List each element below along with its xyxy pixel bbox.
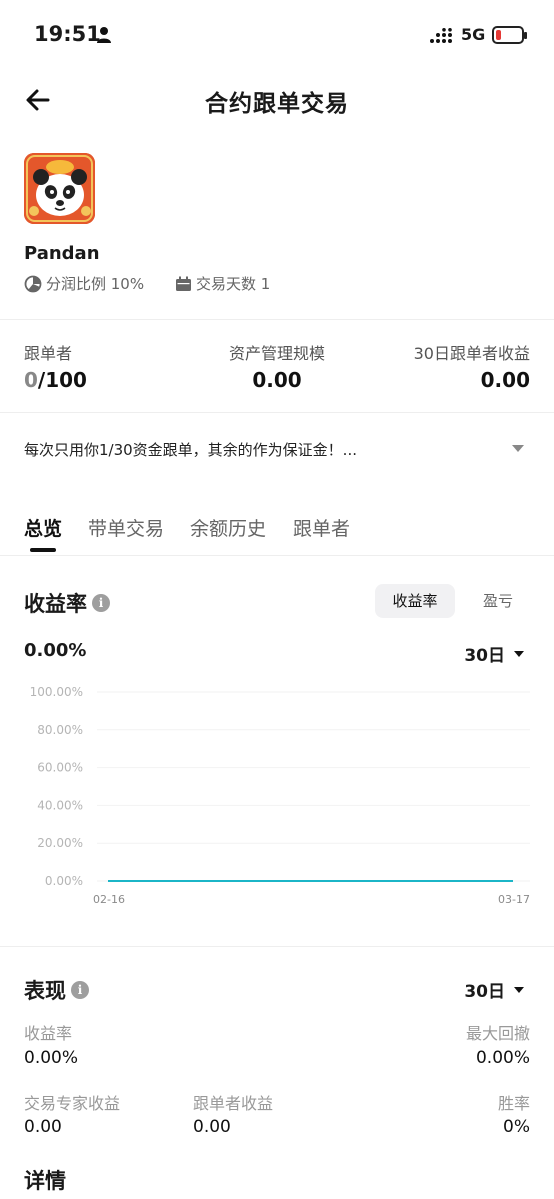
divider: [0, 946, 554, 947]
y-tick-label: 100.00%: [30, 685, 83, 699]
follower-pnl-label: 跟单者收益: [193, 1094, 274, 1113]
tab-lead-trades[interactable]: 带单交易: [88, 514, 164, 541]
signal-icon: [430, 28, 456, 48]
roi-label: 收益率: [24, 1024, 73, 1043]
info-icon[interactable]: i: [92, 594, 110, 612]
strategy-description[interactable]: 每次只用你1/30资金跟单，其余的作为保证金！...: [24, 439, 357, 460]
x-tick-label: 03-17: [498, 893, 530, 906]
toggle-pnl[interactable]: 盈亏: [462, 584, 534, 618]
network-type: 5G: [461, 25, 486, 44]
follower-pnl-value: 0.00: [193, 1117, 231, 1137]
returns-period-select[interactable]: 30日: [464, 641, 524, 666]
nav-bar: 合约跟单交易: [0, 70, 554, 130]
caret-down-icon: [514, 650, 524, 657]
follower-pnl-30d-label: 30日跟单者收益: [413, 344, 530, 363]
max-drawdown-label: 最大回撤: [465, 1024, 530, 1043]
expand-down-icon[interactable]: [512, 445, 524, 452]
returns-title: 收益率 i: [24, 588, 110, 618]
divider: [0, 555, 554, 556]
aum-value: 0.00: [252, 368, 302, 392]
follower-pnl-30d-value: 0.00: [480, 368, 530, 392]
y-tick-label: 20.00%: [37, 836, 83, 850]
calendar-icon: [176, 276, 191, 291]
expert-pnl-value: 0.00: [24, 1117, 62, 1137]
caret-down-icon: [514, 986, 524, 993]
returns-period-label: 30日: [464, 646, 505, 666]
tab-followers[interactable]: 跟单者: [293, 514, 350, 541]
y-tick-label: 60.00%: [37, 761, 83, 775]
trading-days-text: 交易天数 1: [196, 275, 271, 293]
tab-overview[interactable]: 总览: [24, 514, 62, 541]
page-title: 合约跟单交易: [205, 91, 349, 117]
profit-share-text: 分润比例 10%: [46, 275, 145, 293]
info-icon[interactable]: i: [71, 981, 89, 999]
trader-name: Pandan: [24, 243, 100, 264]
y-tick-label: 0.00%: [45, 874, 83, 888]
details-title: 详情: [24, 1169, 66, 1193]
roi-value: 0.00%: [24, 1048, 79, 1068]
status-time: 19:51: [34, 22, 101, 46]
performance-title: 表现 i: [24, 975, 89, 1005]
win-rate-label: 胜率: [497, 1094, 530, 1113]
expert-pnl-label: 交易专家收益: [24, 1094, 121, 1113]
avatar: [24, 153, 95, 224]
pie-chart-icon: [24, 275, 42, 292]
profit-share-info: 分润比例 10%: [24, 273, 144, 294]
return-rate-value: 0.00%: [24, 640, 87, 661]
x-tick-label: 02-16: [93, 893, 125, 906]
returns-chart: 100.00% 80.00% 60.00% 40.00% 20.00% 0.00% 02-1…: [30, 685, 530, 906]
performance-period-select[interactable]: 30日: [464, 977, 524, 1002]
y-tick-label: 40.00%: [37, 798, 83, 812]
person-icon: [96, 26, 112, 47]
win-rate-value: 0%: [503, 1117, 530, 1137]
toggle-return-rate[interactable]: 收益率: [375, 584, 455, 618]
active-tab-indicator: [30, 548, 56, 552]
trading-days-info: 交易天数 1: [175, 273, 270, 294]
y-tick-label: 80.00%: [37, 723, 83, 737]
status-bar: 19:51 5G: [0, 0, 554, 70]
performance-period-label: 30日: [464, 982, 505, 1002]
battery-icon: [492, 26, 527, 44]
max-drawdown-value: 0.00%: [475, 1048, 530, 1068]
performance-title-text: 表现: [24, 979, 66, 1003]
tab-balance-history[interactable]: 余额历史: [190, 514, 266, 541]
returns-title-text: 收益率: [24, 592, 87, 616]
divider: [0, 319, 554, 320]
divider: [0, 412, 554, 413]
